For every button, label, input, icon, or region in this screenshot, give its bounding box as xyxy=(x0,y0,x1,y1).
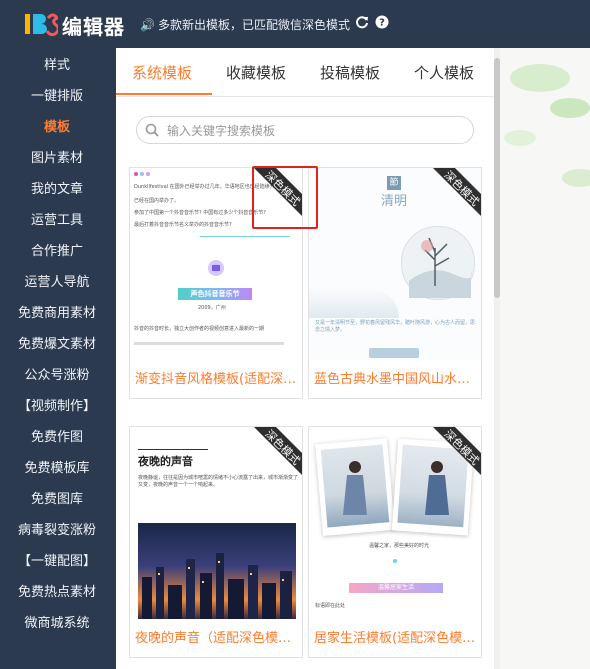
search-input[interactable]: 输入关键字搜索模板 xyxy=(167,122,275,139)
highlight-box xyxy=(252,166,318,229)
refresh-icon[interactable] xyxy=(355,15,369,29)
logo-icon xyxy=(25,13,58,37)
app-title: 编辑器 xyxy=(62,15,125,39)
preview-banner: 温馨居家生活 xyxy=(377,584,414,591)
template-search[interactable]: 输入关键字搜索模板 xyxy=(136,116,474,144)
tree-illustration xyxy=(409,237,472,298)
sidebar-item-micro-mall[interactable]: 微商城系统 xyxy=(0,608,114,639)
top-bar: 编辑器 🔊 多款新出模板，已匹配微信深色模式 ? xyxy=(0,0,590,48)
template-panel: 系统模板 收藏模板 投稿模板 个人模板 输入关键字搜索模板 Dunkllfest… xyxy=(116,48,494,669)
template-title[interactable]: 渐变抖音风格模板(适配深色模式) xyxy=(135,368,299,387)
preview-text: 温馨之家，那些美好的时光 xyxy=(368,543,429,549)
person-illustration xyxy=(343,461,367,515)
sidebar-item-free-template-lib[interactable]: 免费模板库 xyxy=(0,453,114,484)
decorative-leaves xyxy=(504,64,590,187)
dark-mode-ribbon: 深色模式 xyxy=(433,427,481,475)
speaker-icon: 🔊 xyxy=(140,18,155,32)
sidebar-item-ops-nav[interactable]: 运营人导航 xyxy=(0,267,114,298)
dark-mode-ribbon: 深色模式 xyxy=(254,427,302,475)
sidebar-item-free-design[interactable]: 免费作图 xyxy=(0,422,114,453)
preview-text: 2009，广州 xyxy=(198,305,226,311)
sidebar-item-my-articles[interactable]: 我的文章 xyxy=(0,174,114,205)
dark-mode-ribbon: 深色模式 xyxy=(433,168,481,216)
sidebar-item-templates[interactable]: 模板 xyxy=(0,112,114,143)
preview-text: 标语即在此处 xyxy=(315,603,346,609)
sidebar-item-video[interactable]: 【视频制作】 xyxy=(0,391,114,422)
preview-heading: 清明 xyxy=(381,194,408,209)
sidebar-item-one-click-layout[interactable]: 一键排版 xyxy=(0,81,114,112)
template-tabs: 系统模板 收藏模板 投稿模板 个人模板 xyxy=(116,48,494,97)
sidebar-item-hot-topics[interactable]: 免费热点素材 xyxy=(0,577,114,608)
template-card[interactable]: 温馨之家，那些美好的时光 温馨居家生活 标语即在此处 深色模式 居家生活模板(适… xyxy=(308,426,482,658)
notice-bar[interactable]: 🔊 多款新出模板，已匹配微信深色模式 xyxy=(140,16,350,33)
sidebar-item-free-viral[interactable]: 免费爆文素材 xyxy=(0,329,114,360)
sidebar-item-ops-tools[interactable]: 运营工具 xyxy=(0,205,114,236)
sidebar-item-partner-promo[interactable]: 合作推广 xyxy=(0,236,114,267)
search-icon xyxy=(145,123,159,137)
tab-personal-templates[interactable]: 个人模板 xyxy=(414,62,474,83)
preview-heading: 夜晚的声音 xyxy=(138,455,193,468)
sidebar: 样式 一键排版 模板 图片素材 我的文章 运营工具 合作推广 运营人导航 免费商… xyxy=(0,48,114,669)
template-card[interactable]: 節 清明 又是一年清明节至，野花春风留残风华，踏叶随风游，心为古人而留，思念之情… xyxy=(308,167,482,399)
svg-text:?: ? xyxy=(379,18,385,29)
template-title[interactable]: 蓝色古典水墨中国风山水模板 xyxy=(314,368,478,387)
active-tab-indicator xyxy=(116,93,212,95)
city-skyline-illustration xyxy=(142,553,292,619)
preview-banner: 声色抖音音乐节 xyxy=(190,290,240,298)
template-title[interactable]: 居家生活模板(适配深色模式) xyxy=(314,627,478,646)
sidebar-item-image-assets[interactable]: 图片素材 xyxy=(0,143,114,174)
sidebar-item-style[interactable]: 样式 xyxy=(0,50,114,81)
sidebar-item-free-commercial[interactable]: 免费商用素材 xyxy=(0,298,114,329)
sidebar-item-grow-followers[interactable]: 公众号涨粉 xyxy=(0,360,114,391)
sidebar-item-auto-image[interactable]: 【一键配图】 xyxy=(0,546,114,577)
help-icon[interactable]: ? xyxy=(375,15,389,29)
tab-system-templates[interactable]: 系统模板 xyxy=(132,62,192,83)
template-card[interactable]: 夜晚的声音 夜晚静谧，往往是因为城市喧嚣的情绪不小心流露了出来，城市渐渐变了又变… xyxy=(129,426,303,658)
preview-badge: 節 xyxy=(387,176,401,190)
tab-favorite-templates[interactable]: 收藏模板 xyxy=(226,62,286,83)
preview-text: 又是一年清明节至，野花春风留残风华，踏叶随风游，心为古人而留，思念之情入梦。 xyxy=(315,320,476,333)
sidebar-item-viral-growth[interactable]: 病毒裂变涨粉 xyxy=(0,515,114,546)
tab-submitted-templates[interactable]: 投稿模板 xyxy=(320,62,380,83)
sidebar-item-free-gallery[interactable]: 免费图库 xyxy=(0,484,114,515)
notice-text: 多款新出模板，已匹配微信深色模式 xyxy=(157,18,350,32)
preview-text: 抖音的抖音时长，独立大创作者的视频创意进入最新的一期 xyxy=(134,326,265,332)
template-title[interactable]: 夜晚的声音（适配深色模式） xyxy=(135,627,299,646)
editor-canvas-preview xyxy=(500,48,590,669)
